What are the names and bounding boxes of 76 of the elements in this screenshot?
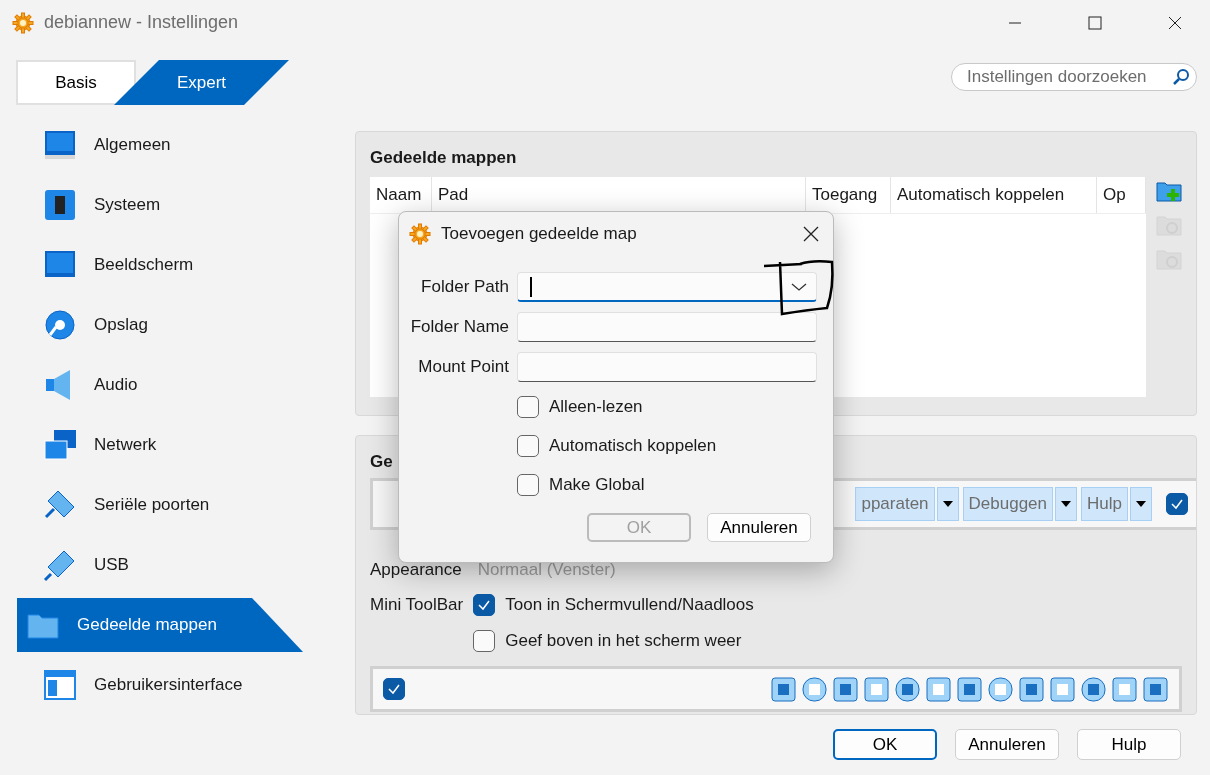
field-label: Folder Path bbox=[420, 277, 509, 297]
mode-tab[interactable]: Basis bbox=[16, 60, 136, 105]
sidebar-item[interactable]: Seriële poorten bbox=[17, 478, 303, 532]
option-label: Toon in Schermvullend/Naadloos bbox=[505, 595, 754, 615]
search-icon bbox=[1172, 68, 1190, 86]
sidebar-item[interactable]: Algemeen bbox=[17, 118, 303, 172]
maximize-icon bbox=[1088, 15, 1102, 30]
window-icon bbox=[42, 667, 78, 703]
device-icon[interactable] bbox=[1142, 675, 1169, 703]
field-label: Mount Point bbox=[417, 357, 509, 377]
mini-toolbar-label: Mini ToolBar bbox=[370, 595, 464, 615]
sidebar-item[interactable]: Netwerk bbox=[17, 418, 303, 472]
device-icon[interactable] bbox=[1111, 675, 1138, 703]
chip-icon bbox=[42, 187, 78, 223]
option-label: Geef boven in het scherm weer bbox=[505, 631, 742, 651]
device-icon[interactable] bbox=[1080, 675, 1107, 703]
input-field[interactable] bbox=[517, 312, 817, 342]
sidebar-item[interactable]: Systeem bbox=[17, 178, 303, 232]
sidebar-item[interactable]: USB bbox=[17, 538, 303, 592]
path-combo-field[interactable] bbox=[517, 272, 817, 302]
check-icon bbox=[1170, 497, 1184, 511]
sidebar-item[interactable]: Gebruikersinterface bbox=[17, 658, 303, 712]
network-icon bbox=[42, 427, 78, 463]
checkbox[interactable] bbox=[517, 474, 539, 496]
sidebar-item[interactable]: Gedeelde mappen bbox=[17, 598, 303, 652]
window-title: debiannew - Instellingen bbox=[44, 12, 240, 33]
device-icon[interactable] bbox=[894, 675, 921, 703]
dialog-button[interactable]: Annuleren bbox=[955, 729, 1059, 760]
column-header[interactable]: Op bbox=[1097, 177, 1146, 213]
sidebar-item[interactable]: Beeldscherm bbox=[17, 238, 303, 292]
dialog-button[interactable]: Hulp bbox=[1077, 729, 1181, 760]
dialog-title: Toevoegen gedeelde map bbox=[441, 224, 638, 244]
device-icon[interactable] bbox=[1049, 675, 1076, 703]
option-label: Automatisch koppelen bbox=[549, 436, 717, 456]
device-icon[interactable] bbox=[832, 675, 859, 703]
device-icon[interactable] bbox=[925, 675, 952, 703]
gear-icon bbox=[409, 223, 431, 245]
checkbox[interactable] bbox=[517, 435, 539, 457]
option-label: Alleen-lezen bbox=[549, 397, 643, 417]
check-icon bbox=[477, 598, 492, 612]
search-field[interactable]: Instellingen doorzoeken bbox=[951, 63, 1197, 91]
column-header[interactable]: Automatisch koppelen bbox=[891, 177, 1097, 213]
checkbox[interactable] bbox=[1166, 493, 1188, 515]
checkbox[interactable] bbox=[473, 594, 496, 616]
close-icon bbox=[803, 226, 819, 242]
panel-title: Gedeelde mappen bbox=[370, 148, 518, 168]
field-label: Folder Name bbox=[409, 317, 509, 337]
dropdown-icon[interactable] bbox=[1055, 487, 1078, 521]
sidebar-item[interactable]: Audio bbox=[17, 358, 303, 412]
menu-item[interactable]: Hulp bbox=[1081, 487, 1128, 521]
option-label: Make Global bbox=[549, 475, 645, 495]
dropdown-icon[interactable] bbox=[936, 487, 959, 521]
device-icon[interactable] bbox=[987, 675, 1014, 703]
disc-icon bbox=[42, 307, 78, 343]
dialog-button[interactable]: Annuleren bbox=[707, 513, 811, 542]
device-icon[interactable] bbox=[956, 675, 983, 703]
appearance-label: Appearance bbox=[370, 560, 462, 580]
menu-item[interactable]: pparaten bbox=[855, 487, 935, 521]
minimize-icon bbox=[1008, 21, 1022, 24]
check-icon bbox=[387, 682, 401, 696]
panel-title: Ge bbox=[370, 452, 394, 472]
dialog-button[interactable]: OK bbox=[833, 729, 937, 760]
dropdown-icon[interactable] bbox=[1130, 487, 1152, 521]
app-gear-icon bbox=[12, 11, 34, 34]
mode-tab[interactable]: Expert bbox=[114, 60, 289, 105]
checkbox[interactable] bbox=[383, 678, 405, 700]
device-icon[interactable] bbox=[770, 675, 797, 703]
device-icon[interactable] bbox=[863, 675, 890, 703]
checkbox[interactable] bbox=[473, 630, 496, 652]
close-icon bbox=[1168, 15, 1182, 30]
input-field[interactable] bbox=[517, 352, 817, 382]
device-icon[interactable] bbox=[1018, 675, 1045, 703]
device-icon[interactable] bbox=[801, 675, 828, 703]
checkbox[interactable] bbox=[517, 396, 539, 418]
sidebar-item[interactable]: Opslag bbox=[17, 298, 303, 352]
menu-item[interactable]: Debuggen bbox=[962, 487, 1054, 521]
